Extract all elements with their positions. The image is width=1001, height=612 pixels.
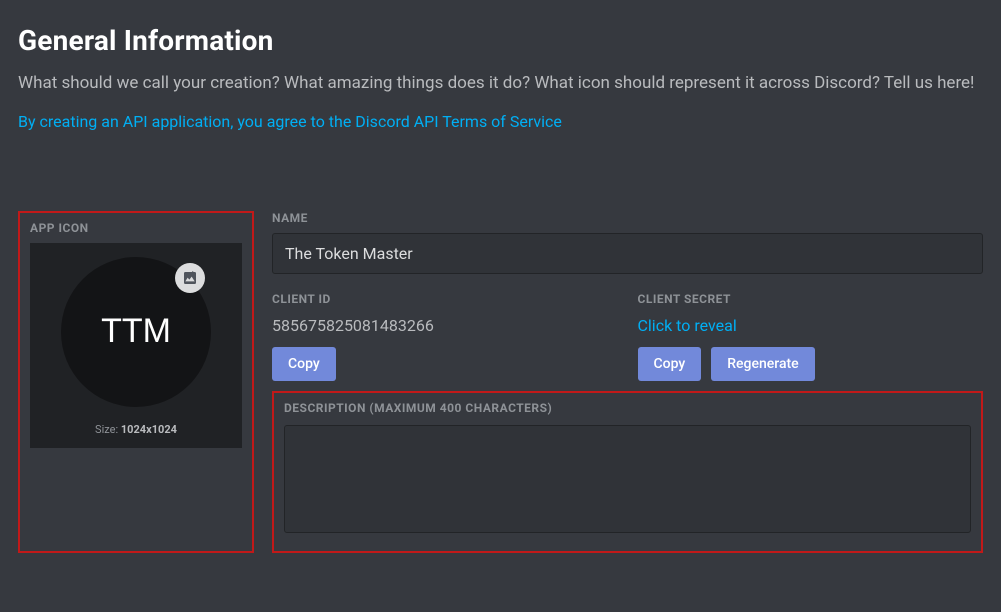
- copy-client-id-button[interactable]: Copy: [272, 347, 336, 381]
- regenerate-secret-button[interactable]: Regenerate: [711, 347, 814, 381]
- app-icon-panel: APP ICON TTM Size: 1024x1024: [18, 211, 254, 553]
- reveal-secret-link[interactable]: Click to reveal: [638, 316, 737, 335]
- page-title: General Information: [18, 24, 983, 57]
- client-secret-block: CLIENT SECRET Click to reveal Copy Regen…: [638, 292, 984, 381]
- client-id-value: 585675825081483266: [272, 316, 618, 335]
- copy-client-secret-button[interactable]: Copy: [638, 347, 702, 381]
- client-id-label: CLIENT ID: [272, 292, 618, 306]
- app-icon-label: APP ICON: [30, 221, 242, 235]
- client-id-block: CLIENT ID 585675825081483266 Copy: [272, 292, 618, 381]
- tos-link[interactable]: By creating an API application, you agre…: [18, 112, 562, 131]
- upload-image-icon[interactable]: [175, 263, 205, 293]
- description-panel: DESCRIPTION (MAXIMUM 400 CHARACTERS): [272, 391, 983, 553]
- page-subtitle: What should we call your creation? What …: [18, 71, 978, 96]
- name-label: NAME: [272, 211, 983, 225]
- app-icon-box[interactable]: TTM Size: 1024x1024: [30, 243, 242, 448]
- name-input[interactable]: [272, 233, 983, 274]
- description-textarea[interactable]: [284, 425, 971, 533]
- avatar-initials: TTM: [101, 312, 171, 351]
- app-icon-size: Size: 1024x1024: [95, 423, 177, 436]
- client-secret-label: CLIENT SECRET: [638, 292, 984, 306]
- description-label: DESCRIPTION (MAXIMUM 400 CHARACTERS): [284, 401, 971, 415]
